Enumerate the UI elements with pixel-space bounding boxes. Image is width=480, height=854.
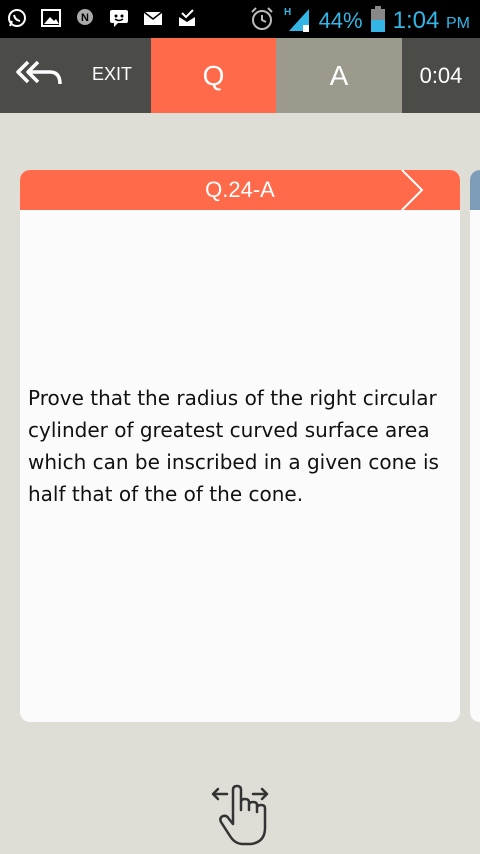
clock-time: 1:04: [392, 7, 440, 34]
svg-text:N: N: [81, 12, 89, 24]
alarm-icon: [249, 6, 275, 36]
timer: 0:04: [419, 62, 463, 88]
question-number: Q.24-A: [205, 177, 275, 202]
chevron-right-icon: [401, 170, 424, 211]
battery-icon: [370, 6, 385, 36]
status-bar: N H 44% 1:04 PM: [0, 0, 480, 38]
tab-answer[interactable]: A: [276, 38, 402, 113]
swipe-hint-icon: [205, 780, 275, 850]
exit-button[interactable]: EXIT: [92, 64, 132, 85]
tab-question[interactable]: Q: [151, 38, 276, 113]
next-card-peek[interactable]: [470, 170, 480, 722]
system-status: H 44% 1:04 PM: [249, 5, 470, 37]
question-card: Q.24-A Prove that the radius of the righ…: [20, 170, 460, 722]
clock: 1:04 PM: [393, 7, 470, 35]
toolbar: EXIT Q A 0:04: [0, 38, 480, 113]
signal-icon: H: [283, 5, 311, 37]
battery-percent: 44%: [318, 8, 363, 33]
next-card-header: [470, 170, 480, 210]
reply-all-icon: [14, 58, 66, 94]
notification-icons: N: [6, 7, 198, 29]
gallery-icon: [40, 7, 62, 29]
whatsapp-icon: [6, 7, 28, 29]
n-notification-icon: N: [74, 7, 96, 29]
inbox-check-icon: [176, 7, 198, 29]
gmail-icon: [142, 7, 164, 29]
back-button[interactable]: [0, 38, 80, 113]
svg-text:H: H: [284, 7, 291, 18]
messenger-icon: [108, 7, 130, 29]
next-question-button[interactable]: [398, 170, 426, 211]
clock-ampm: PM: [446, 15, 470, 32]
question-text: Prove that the radius of the right circu…: [28, 386, 439, 506]
